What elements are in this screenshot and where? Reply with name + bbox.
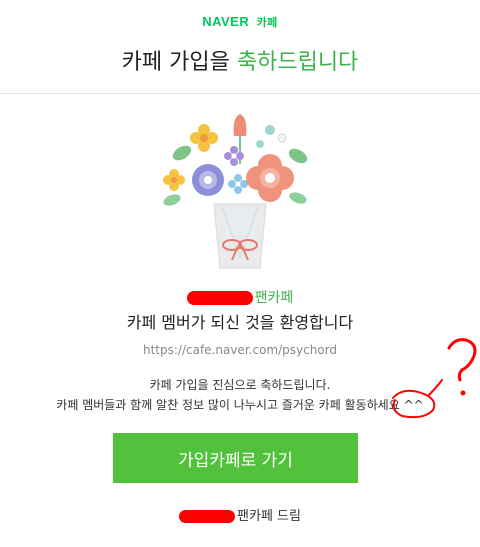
bouquet-illustration-icon [163, 114, 308, 269]
signature-suffix: 팬카페 드림 [237, 509, 301, 524]
page-title: 카페 가입을 축하드립니다 [0, 44, 480, 76]
go-to-cafe-button[interactable]: 가입카페로 가기 [113, 433, 358, 483]
cafe-url: https://cafe.naver.com/psychord [142, 343, 337, 357]
congrats-line-1: 카페 가입을 진심으로 축하드립니다. [149, 378, 331, 392]
cafe-logo-text: 카페 [256, 16, 278, 29]
title-prefix: 카페 가입을 [121, 50, 237, 75]
cafe-name: 팬카페 [0, 287, 480, 307]
naver-logo-text: NAVER [202, 14, 250, 29]
header-divider [0, 93, 480, 94]
title-accent: 축하드립니다 [236, 50, 359, 75]
cafe-name-suffix: 팬카페 [254, 290, 294, 306]
redaction-mark [186, 291, 253, 305]
welcome-message: 카페 멤버가 되신 것을 환영합니다 [126, 313, 354, 332]
naver-cafe-logo: NAVER 카페 [0, 14, 480, 30]
signature: 팬카페 드림 [0, 505, 480, 524]
signature-redaction-mark [179, 510, 236, 523]
congrats-line-2: 카페 멤버들과 함께 알찬 정보 많이 나누시고 즐거운 카페 활동하세요 ^^ [56, 398, 424, 412]
